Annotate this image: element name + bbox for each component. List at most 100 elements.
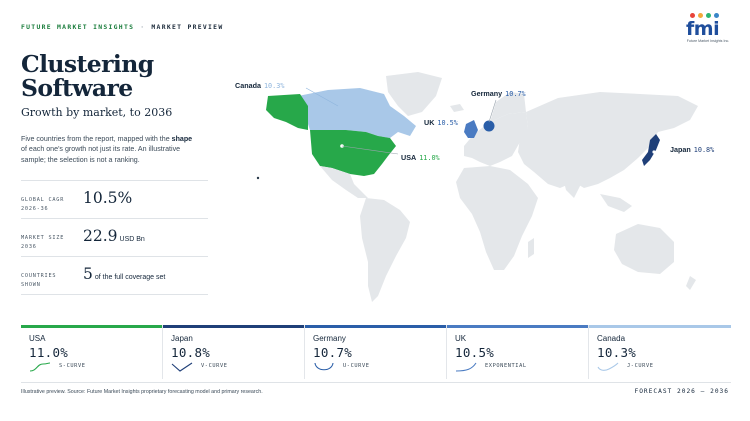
land-australia	[614, 224, 674, 274]
country-card-germany[interactable]: Germany 10.7% U-CURVE	[305, 325, 447, 379]
header-separator: ·	[140, 23, 146, 31]
stat-countries-shown: COUNTRIES SHOWN 5 of the full coverage set	[21, 256, 208, 294]
map-marker-japan	[652, 150, 656, 154]
stat-number: 5	[83, 265, 93, 283]
map-label-country: USA	[401, 153, 417, 162]
title-line: Software	[21, 74, 133, 102]
stat-number: 10.5%	[83, 189, 133, 207]
stat-label-line: GLOBAL CAGR	[21, 197, 65, 203]
stat-divider	[21, 294, 208, 295]
map-label-usa: USA 11.0%	[401, 153, 440, 162]
map-label-value: 10.3%	[263, 82, 285, 90]
map-label-uk: UK 10.5%	[424, 118, 458, 127]
forecast-range: FORECAST 2026 – 2036	[634, 388, 729, 395]
map-label-country: UK	[424, 118, 435, 127]
stat-value: 22.9 USD Bn	[83, 227, 145, 245]
u-curve-icon	[314, 362, 334, 371]
card-growth-shape: U-CURVE	[343, 363, 370, 369]
world-map: Canada 10.3% Germany 10.7% UK 10.5% USA 11.0…	[228, 66, 740, 328]
land-africa	[456, 166, 538, 270]
map-label-country: Japan	[670, 145, 691, 154]
country-card-canada[interactable]: Canada 10.3% J-CURVE	[589, 325, 731, 379]
map-label-japan: Japan 10.8%	[670, 145, 714, 154]
map-label-value: 10.8%	[693, 146, 715, 154]
title-line: Clustering	[21, 50, 154, 78]
land-iceland	[450, 104, 464, 112]
land-germany	[483, 120, 495, 132]
map-label-value: 10.5%	[437, 119, 458, 127]
footer-divider	[21, 382, 731, 383]
card-country: Japan	[171, 334, 193, 343]
country-card-usa[interactable]: USA 11.0% S-CURVE	[21, 325, 163, 379]
stat-label-line: MARKET SIZE	[21, 235, 65, 241]
stat-value: 10.5%	[83, 189, 134, 207]
stat-label: GLOBAL CAGR 2026-36	[21, 196, 81, 214]
map-label-value: 11.0%	[419, 154, 440, 162]
fmi-logo[interactable]: fmi Future Market Insights Inc.	[684, 13, 732, 43]
card-value: 11.0%	[29, 345, 69, 360]
card-accent-bar	[163, 325, 304, 328]
land-asia	[518, 92, 698, 188]
map-label-canada: Canada 10.3%	[235, 81, 284, 90]
card-value: 10.8%	[171, 345, 211, 360]
map-label-country: Germany	[471, 89, 503, 98]
stat-label: MARKET SIZE 2036	[21, 234, 81, 252]
land-alaska	[266, 94, 308, 130]
country-card-japan[interactable]: Japan 10.8% V-CURVE	[163, 325, 305, 379]
stat-unit: of the full coverage set	[94, 274, 166, 281]
land-new-zealand	[686, 276, 696, 290]
description-text: Five countries from the report, mapped w…	[21, 135, 172, 143]
stat-market-size: MARKET SIZE 2036 22.9 USD Bn	[21, 218, 208, 256]
logo-tagline: Future Market Insights Inc.	[686, 39, 730, 43]
map-label-country: Canada	[235, 81, 261, 90]
source-note: Illustrative preview. Source: Future Mar…	[21, 389, 263, 395]
stat-label-line: SHOWN	[21, 282, 41, 288]
header-kicker: FUTURE MARKET INSIGHTS · MARKET PREVIEW	[21, 23, 223, 31]
description-text: of each one's growth not just its rate. …	[21, 145, 181, 164]
exponential-icon	[455, 362, 477, 372]
card-country: Germany	[313, 334, 346, 343]
stat-label-line: COUNTRIES	[21, 273, 57, 279]
country-card-uk[interactable]: UK 10.5% EXPONENTIAL	[447, 325, 589, 379]
card-country: Canada	[597, 334, 626, 343]
world-map-svg	[256, 72, 698, 302]
card-accent-bar	[305, 325, 446, 328]
card-growth-shape: J-CURVE	[627, 363, 654, 369]
s-curve-icon	[29, 362, 51, 372]
stat-label-line: 2036	[21, 244, 37, 250]
card-accent-bar	[447, 325, 588, 328]
card-growth-shape: EXPONENTIAL	[485, 363, 527, 369]
stat-global-cagr: GLOBAL CAGR 2026-36 10.5%	[21, 180, 208, 218]
map-label-germany: Germany 10.7%	[471, 89, 526, 98]
section-name: MARKET PREVIEW	[151, 23, 224, 31]
description-emphasis: shape	[171, 135, 193, 143]
card-country: USA	[29, 334, 46, 343]
card-value: 10.5%	[455, 345, 495, 360]
card-value: 10.7%	[313, 345, 353, 360]
stat-label-line: 2026-36	[21, 206, 49, 212]
card-accent-bar	[589, 325, 731, 328]
j-curve-icon	[597, 362, 619, 371]
v-curve-icon	[171, 362, 193, 372]
card-value: 10.3%	[597, 345, 637, 360]
card-country: UK	[455, 334, 467, 343]
logo-word: fmi	[686, 18, 720, 40]
brand-name: FUTURE MARKET INSIGHTS	[21, 23, 135, 31]
stat-value: 5 of the full coverage set	[83, 265, 165, 283]
land-madagascar	[528, 238, 534, 258]
card-growth-shape: S-CURVE	[59, 363, 86, 369]
page-description: Five countries from the report, mapped w…	[21, 134, 199, 165]
page-subtitle: Growth by market, to 2036	[21, 106, 173, 119]
page-title: Clustering Software	[21, 52, 154, 100]
stat-label: COUNTRIES SHOWN	[21, 272, 81, 290]
card-growth-shape: V-CURVE	[201, 363, 228, 369]
land-pacific-dot	[256, 176, 260, 180]
map-label-value: 10.7%	[505, 90, 526, 98]
card-accent-bar	[21, 325, 162, 328]
land-south-america	[360, 198, 410, 302]
land-europe	[464, 112, 528, 166]
land-sea-islands	[600, 194, 632, 212]
country-cards: USA 11.0% S-CURVE Japan 10.8% V-CURVE Ge…	[21, 325, 731, 379]
stat-unit: USD Bn	[119, 236, 145, 243]
stat-number: 22.9	[83, 227, 118, 245]
